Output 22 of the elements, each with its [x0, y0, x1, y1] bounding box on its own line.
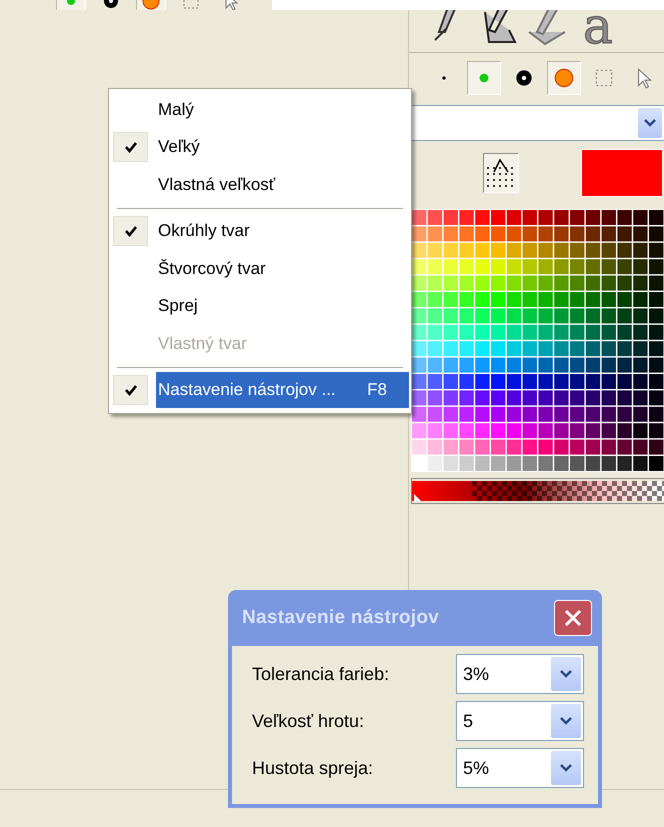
style-dropdown[interactable]	[409, 105, 664, 141]
color-palette-drawing[interactable]	[411, 209, 664, 472]
menu-item[interactable]: Veľký	[156, 129, 409, 166]
menu-item[interactable]: Okrúhly tvar	[156, 213, 409, 250]
menu-item[interactable]: Vlastná veľkosť	[156, 166, 409, 203]
current-color-swatch[interactable]	[581, 149, 663, 197]
dotted-pattern-icon[interactable]	[483, 153, 519, 193]
field-label: Tolerancia farieb:	[252, 664, 390, 684]
field-label: Hustota spreja:	[252, 758, 374, 778]
pencil-diamond-icon[interactable]	[527, 10, 567, 46]
value-dropdown[interactable]: 5	[456, 701, 584, 741]
close-button[interactable]	[554, 600, 592, 636]
menu-item[interactable]: Štvorcový tvar	[156, 250, 409, 287]
close-icon	[563, 608, 583, 628]
menu-item[interactable]: Sprej	[156, 288, 409, 324]
value-dropdown[interactable]: 5%	[456, 748, 584, 788]
menu-item[interactable]: Nastavenie nástrojov ... F8	[156, 372, 409, 408]
field-label: Veľkosť hrotu:	[252, 710, 364, 732]
menu-item[interactable]: Malý	[156, 92, 409, 128]
dialog-title: Nastavenie nástrojov	[242, 607, 440, 629]
color-gradient-drawing[interactable]	[411, 478, 664, 504]
value-dropdown[interactable]: 3%	[456, 654, 584, 694]
